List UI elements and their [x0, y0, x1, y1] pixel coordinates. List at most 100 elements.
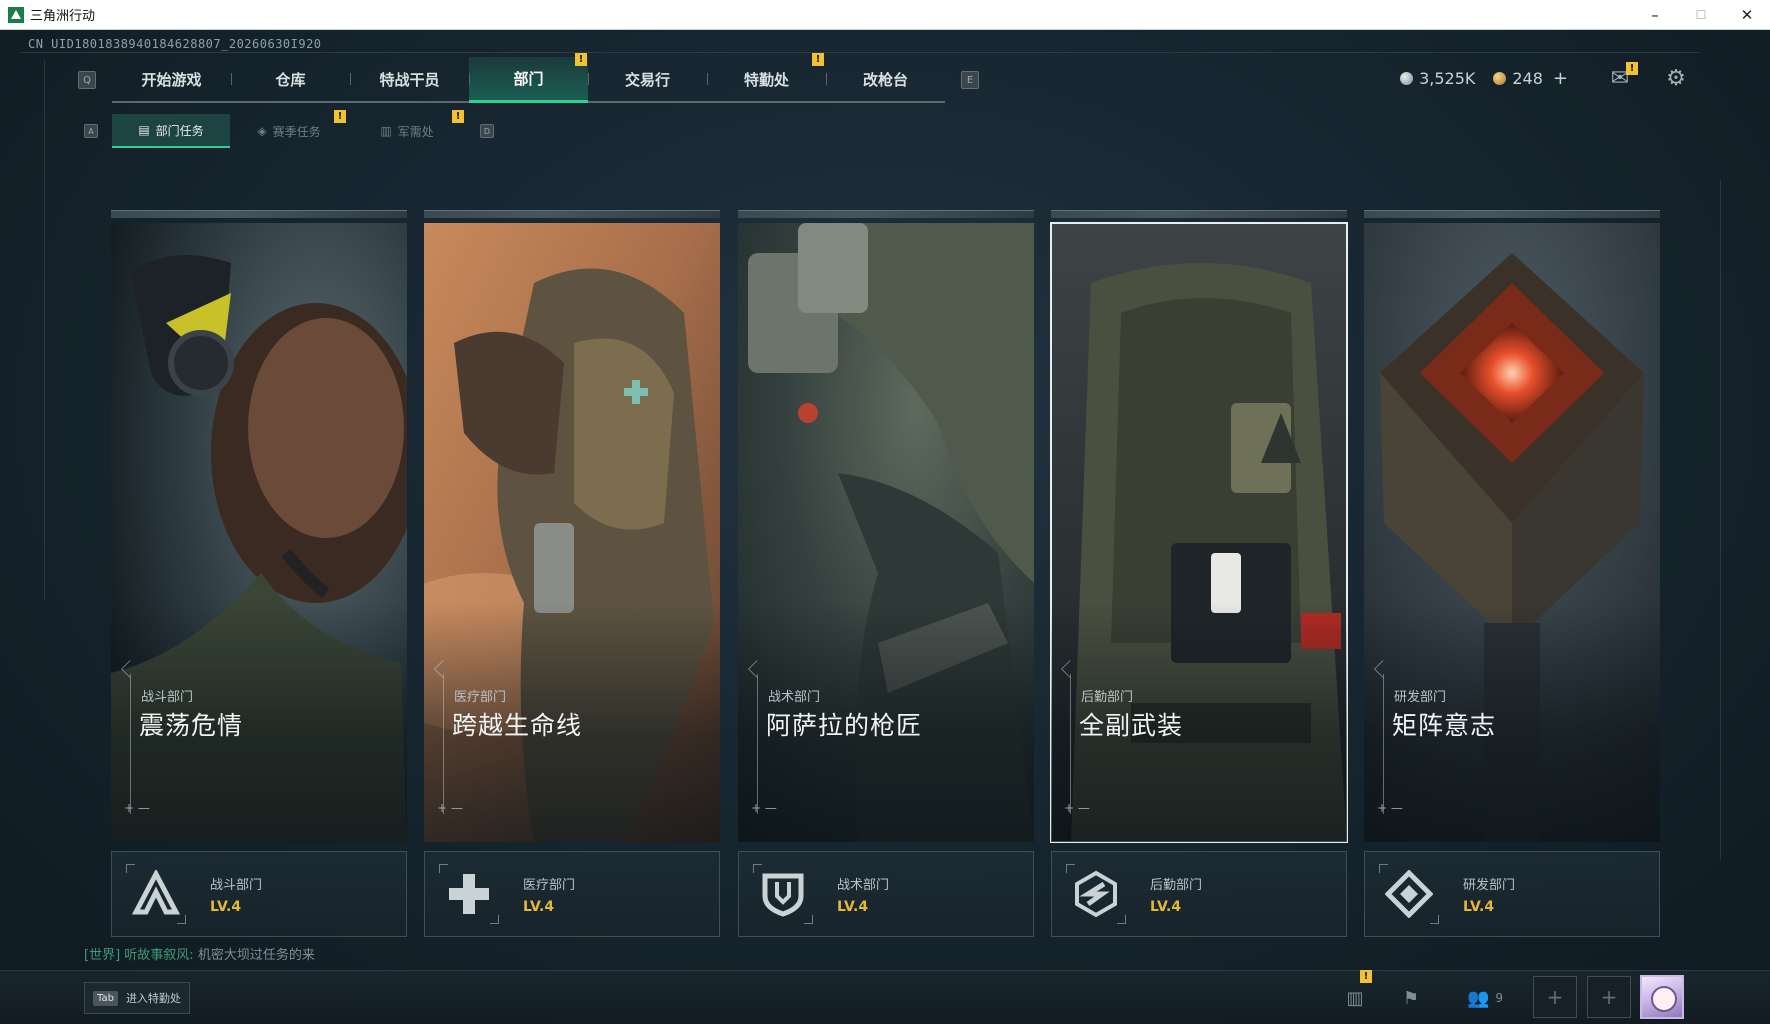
nav-prev-key-hint: Q — [78, 71, 96, 89]
enter-special-ops-label: 进入特勤处 — [125, 992, 181, 1005]
card-category: 战斗部门 — [141, 690, 194, 705]
card-plus-mark: + — — [751, 801, 777, 815]
department-info-research[interactable]: 研发部门 LV.4 — [1364, 851, 1660, 937]
flag-icon: ⚑ — [1402, 987, 1420, 1009]
card-deco-line — [1383, 674, 1384, 814]
tab-warehouse[interactable]: 仓库 — [231, 57, 350, 101]
card-deco-line — [130, 674, 131, 814]
tab-trade-market[interactable]: 交易行 — [588, 57, 707, 101]
stats-button[interactable]: ▥ ! — [1338, 970, 1372, 1014]
season-icon: ◈ — [257, 124, 267, 138]
tab-label: 交易行 — [624, 70, 670, 89]
hud-line-top — [20, 52, 1700, 53]
card-title: 阿萨拉的枪匠 — [766, 711, 923, 740]
tab-operators[interactable]: 特战干员 — [350, 57, 469, 101]
hud-line-left — [44, 60, 45, 600]
department-name: 研发部门 — [1463, 877, 1516, 893]
card-category: 战术部门 — [768, 690, 821, 705]
card-deco-line — [757, 674, 758, 814]
minimize-button[interactable]: – — [1632, 0, 1678, 30]
card-header-strip — [1364, 210, 1660, 218]
task-list-icon: ▤ — [138, 123, 150, 137]
department-card-logistics[interactable]: + — 后勤部门 全副武装 — [1050, 210, 1348, 843]
close-button[interactable]: ✕ — [1724, 0, 1770, 30]
department-name: 战术部门 — [837, 877, 890, 893]
department-info-combat[interactable]: 战斗部门 LV.4 — [111, 851, 407, 937]
maximize-button[interactable]: ☐ — [1678, 0, 1724, 30]
card-title: 跨越生命线 — [452, 711, 583, 740]
tab-special-ops[interactable]: 特勤处 ! — [707, 53, 826, 101]
notification-badge: ! — [452, 110, 464, 123]
department-level: LV.4 — [523, 898, 555, 915]
card-deco-line — [443, 674, 444, 814]
sub-navigation: A ▤ 部门任务 ◈ 赛季任务 ! ▥ 军需处 ! D — [84, 110, 494, 148]
tactical-emblem-icon — [753, 864, 813, 924]
flag-button[interactable]: ⚑ — [1394, 982, 1428, 1014]
department-level: LV.4 — [837, 898, 869, 915]
subtab-label: 军需处 — [397, 124, 434, 139]
medical-emblem-icon — [439, 864, 499, 924]
logistics-operator-artwork: + — 后勤部门 全副武装 — [1050, 222, 1348, 843]
tactical-operator-artwork: + — 战术部门 阿萨拉的枪匠 — [738, 223, 1034, 842]
subtab-label: 赛季任务 — [272, 124, 321, 139]
team-slot-1[interactable]: + — [1533, 976, 1577, 1018]
department-name: 医疗部门 — [523, 877, 576, 893]
window-title: 三角洲行动 — [30, 9, 96, 24]
team-slot-2[interactable]: + — [1587, 976, 1631, 1018]
department-level: LV.4 — [1150, 898, 1182, 915]
department-card-tactical[interactable]: + — 战术部门 阿萨拉的枪匠 — [738, 210, 1034, 842]
enter-special-ops-button[interactable]: Tab 进入特勤处 — [84, 982, 190, 1014]
bar-chart-icon: ▥ — [1346, 987, 1364, 1009]
department-info-tactical[interactable]: 战术部门 LV.4 — [738, 851, 1034, 937]
supply-icon: ▥ — [380, 124, 392, 138]
stats-badge: ! — [1360, 970, 1372, 983]
card-header-strip — [424, 210, 720, 218]
department-card-research[interactable]: + — 研发部门 矩阵意志 — [1364, 210, 1660, 842]
research-emblem-icon — [1379, 864, 1439, 924]
subnav-next-key-hint: D — [480, 124, 494, 138]
department-card-combat[interactable]: + — 战斗部门 震荡危情 — [111, 210, 407, 842]
medical-operator-artwork: + — 医疗部门 跨越生命线 — [424, 223, 720, 842]
department-level: LV.4 — [210, 898, 242, 915]
gold-coin-icon — [1493, 71, 1507, 85]
add-teammate-icon: + — [1546, 985, 1564, 1009]
friends-button[interactable]: 👥 9 — [1460, 982, 1510, 1014]
settings-button[interactable]: ⚙ — [1662, 64, 1690, 92]
tab-departments[interactable]: 部门 ! — [469, 53, 588, 103]
tab-label: 开始游戏 — [141, 70, 202, 89]
card-plus-mark: + — — [124, 801, 150, 815]
tab-gunsmith[interactable]: 改枪台 — [826, 57, 945, 101]
mail-button[interactable]: ✉ ! — [1606, 62, 1638, 92]
tab-start-game[interactable]: 开始游戏 — [112, 57, 231, 101]
nav-next-key-hint: E — [961, 71, 979, 89]
card-title: 震荡危情 — [139, 711, 244, 740]
friends-icon: 👥 — [1466, 987, 1490, 1009]
player-avatar[interactable] — [1640, 975, 1684, 1019]
top-right-panel: 3,525K 248 + ✉ ! ⚙ — [1400, 62, 1690, 92]
hud-line-right — [1720, 180, 1721, 860]
sub-tabs: ▤ 部门任务 ◈ 赛季任务 ! ▥ 军需处 ! — [112, 110, 466, 148]
department-card-medical[interactable]: + — 医疗部门 跨越生命线 — [424, 210, 720, 842]
main-navigation: Q 开始游戏 仓库 特战干员 部门 ! 交易行 特勤处 ! 改枪台 E — [78, 53, 979, 103]
gold-amount: 248 — [1512, 68, 1543, 88]
tab-label: 部门 — [513, 70, 544, 88]
add-currency-button[interactable]: + — [1553, 68, 1568, 89]
card-category: 后勤部门 — [1081, 690, 1134, 705]
gear-icon: ⚙ — [1666, 65, 1686, 91]
subtab-quartermaster[interactable]: ▥ 军需处 ! — [348, 110, 466, 148]
department-info-medical[interactable]: 医疗部门 LV.4 — [424, 851, 720, 937]
department-info-logistics[interactable]: 后勤部门 LV.4 — [1051, 851, 1347, 937]
window-titlebar: 三角洲行动 – ☐ ✕ — [0, 0, 1770, 30]
subtab-season-tasks[interactable]: ◈ 赛季任务 ! — [230, 110, 348, 148]
card-plus-mark: + — — [437, 801, 463, 815]
subnav-prev-key-hint: A — [84, 124, 98, 138]
combat-operator-artwork: + — 战斗部门 震荡危情 — [111, 223, 407, 842]
world-chat-line[interactable]: [世界] 听故事叙风: 机密大坝过任务的来 — [84, 944, 315, 963]
card-plus-mark: + — — [1377, 801, 1403, 815]
subtab-department-tasks[interactable]: ▤ 部门任务 — [112, 114, 230, 148]
app-logo-icon — [8, 6, 24, 23]
add-teammate-icon: + — [1600, 985, 1618, 1009]
silver-currency: 3,525K — [1400, 69, 1475, 88]
card-deco-line — [1070, 674, 1071, 814]
tab-label: 改枪台 — [862, 70, 908, 89]
